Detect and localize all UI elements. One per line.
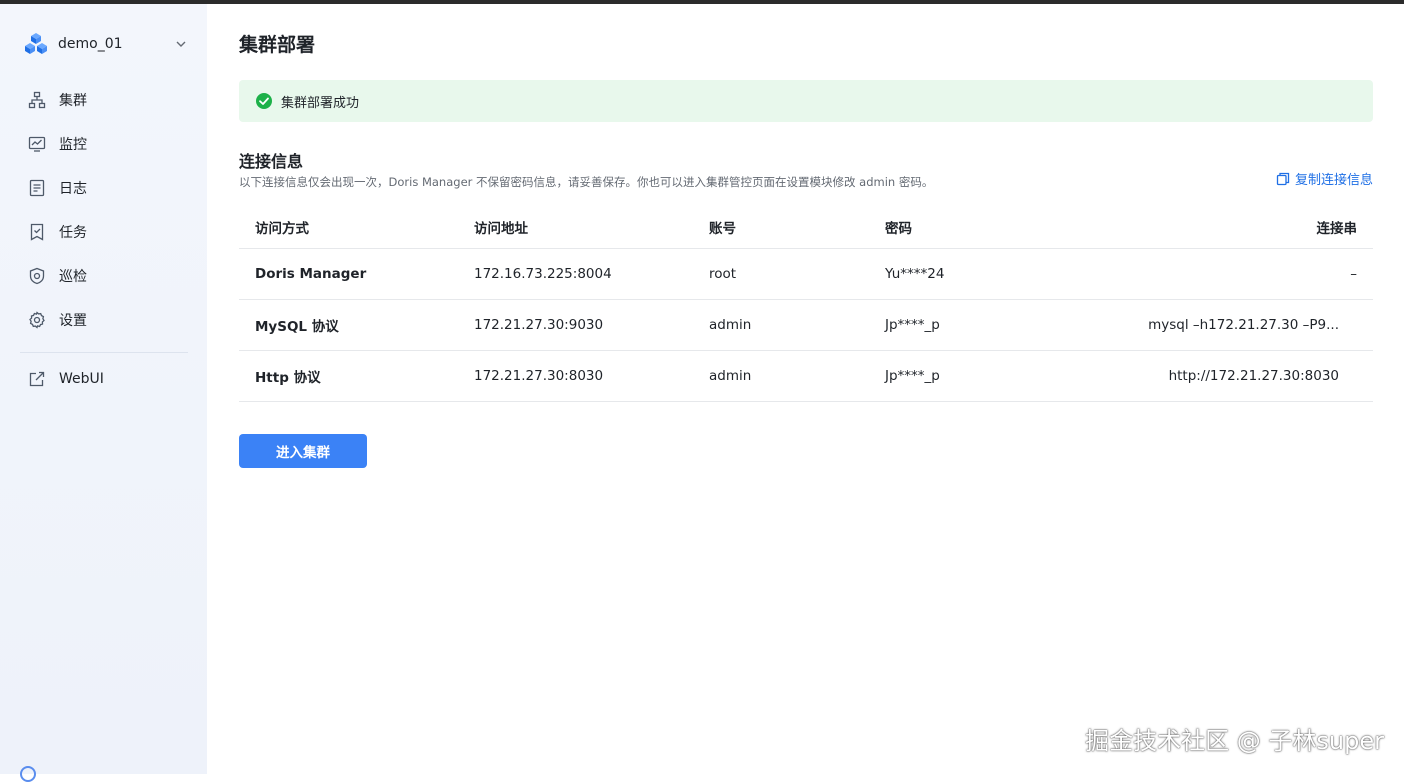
- success-alert: 集群部署成功: [239, 80, 1373, 122]
- section-description: 以下连接信息仅会出现一次，Doris Manager 不保留密码信息，请妥善保存…: [239, 174, 933, 190]
- external-link-icon: [28, 370, 46, 388]
- copy-link-label: 复制连接信息: [1295, 169, 1373, 188]
- alert-text: 集群部署成功: [281, 92, 359, 111]
- connection-string-cell: –: [1085, 248, 1373, 299]
- connection-string-cell: http://172.21.27.30:8030: [1085, 350, 1373, 401]
- column-header: 访问地址: [474, 206, 709, 248]
- sidebar-item-webui[interactable]: WebUI: [20, 357, 188, 401]
- table-header-row: 访问方式 访问地址 账号 密码 连接串: [239, 206, 1373, 248]
- account-cell: admin: [709, 299, 885, 350]
- sidebar-item-label: WebUI: [59, 371, 104, 387]
- table-row: MySQL 协议 172.21.27.30:9030 admin Jp****_…: [239, 299, 1373, 350]
- sidebar-webui-section: WebUI: [20, 357, 188, 401]
- section-title: 连接信息: [239, 148, 303, 172]
- access-method-cell: Doris Manager: [239, 248, 474, 299]
- watermark: 掘金技术社区 @ 子林super: [1085, 721, 1384, 756]
- connection-string-cell: mysql –h172.21.27.30 –P9...: [1085, 299, 1373, 350]
- copy-connection-info-link[interactable]: 复制连接信息: [1276, 169, 1373, 188]
- table-row: Http 协议 172.21.27.30:8030 admin Jp****_p…: [239, 350, 1373, 401]
- access-method-cell: Http 协议: [239, 350, 474, 401]
- sidebar-item-label: 巡检: [59, 266, 87, 286]
- shield-inspect-icon: [28, 267, 46, 285]
- access-address-cell: 172.21.27.30:9030: [474, 299, 709, 350]
- account-cell: admin: [709, 350, 885, 401]
- chevron-down-icon: [174, 37, 188, 51]
- sidebar-item-label: 监控: [59, 134, 87, 154]
- page-title: 集群部署: [239, 30, 315, 57]
- sidebar-item-task[interactable]: 任务: [20, 210, 188, 254]
- log-document-icon: [28, 179, 46, 197]
- sidebar-item-label: 任务: [59, 222, 87, 242]
- workspace-selector[interactable]: demo_01: [24, 30, 190, 58]
- table-row: Doris Manager 172.16.73.225:8004 root Yu…: [239, 248, 1373, 299]
- enter-cluster-button[interactable]: 进入集群: [239, 434, 367, 468]
- task-icon: [28, 223, 46, 241]
- column-header: 访问方式: [239, 206, 474, 248]
- password-cell: Yu****24: [885, 248, 1085, 299]
- sidebar-item-label: 设置: [59, 310, 87, 330]
- access-address-cell: 172.21.27.30:8030: [474, 350, 709, 401]
- cubes-logo-icon: [24, 32, 48, 56]
- main-content: 集群部署 集群部署成功 连接信息 以下连接信息仅会出现一次，Doris Mana…: [207, 4, 1404, 774]
- sidebar-item-cluster[interactable]: 集群: [20, 78, 188, 122]
- column-header: 密码: [885, 206, 1085, 248]
- sidebar-item-label: 集群: [59, 90, 87, 110]
- sidebar-item-log[interactable]: 日志: [20, 166, 188, 210]
- help-circle-icon[interactable]: [20, 766, 36, 782]
- column-header: 账号: [709, 206, 885, 248]
- monitor-chart-icon: [28, 135, 46, 153]
- sidebar-nav: 集群 监控 日志 任务 巡检: [20, 78, 188, 342]
- cluster-icon: [28, 91, 46, 109]
- sidebar-item-label: 日志: [59, 178, 87, 198]
- copy-icon: [1276, 172, 1290, 186]
- workspace-name: demo_01: [58, 36, 174, 52]
- sidebar: demo_01 集群 监控 日志: [0, 4, 207, 774]
- account-cell: root: [709, 248, 885, 299]
- column-header: 连接串: [1085, 206, 1373, 248]
- password-cell: Jp****_p: [885, 299, 1085, 350]
- gear-icon: [28, 311, 46, 329]
- sidebar-item-monitor[interactable]: 监控: [20, 122, 188, 166]
- access-address-cell: 172.16.73.225:8004: [474, 248, 709, 299]
- sidebar-item-settings[interactable]: 设置: [20, 298, 188, 342]
- connection-table: 访问方式 访问地址 账号 密码 连接串 Doris Manager 172.16…: [239, 206, 1373, 402]
- success-check-icon: [255, 92, 273, 110]
- access-method-cell: MySQL 协议: [239, 299, 474, 350]
- password-cell: Jp****_p: [885, 350, 1085, 401]
- sidebar-divider: [20, 352, 188, 353]
- sidebar-item-inspect[interactable]: 巡检: [20, 254, 188, 298]
